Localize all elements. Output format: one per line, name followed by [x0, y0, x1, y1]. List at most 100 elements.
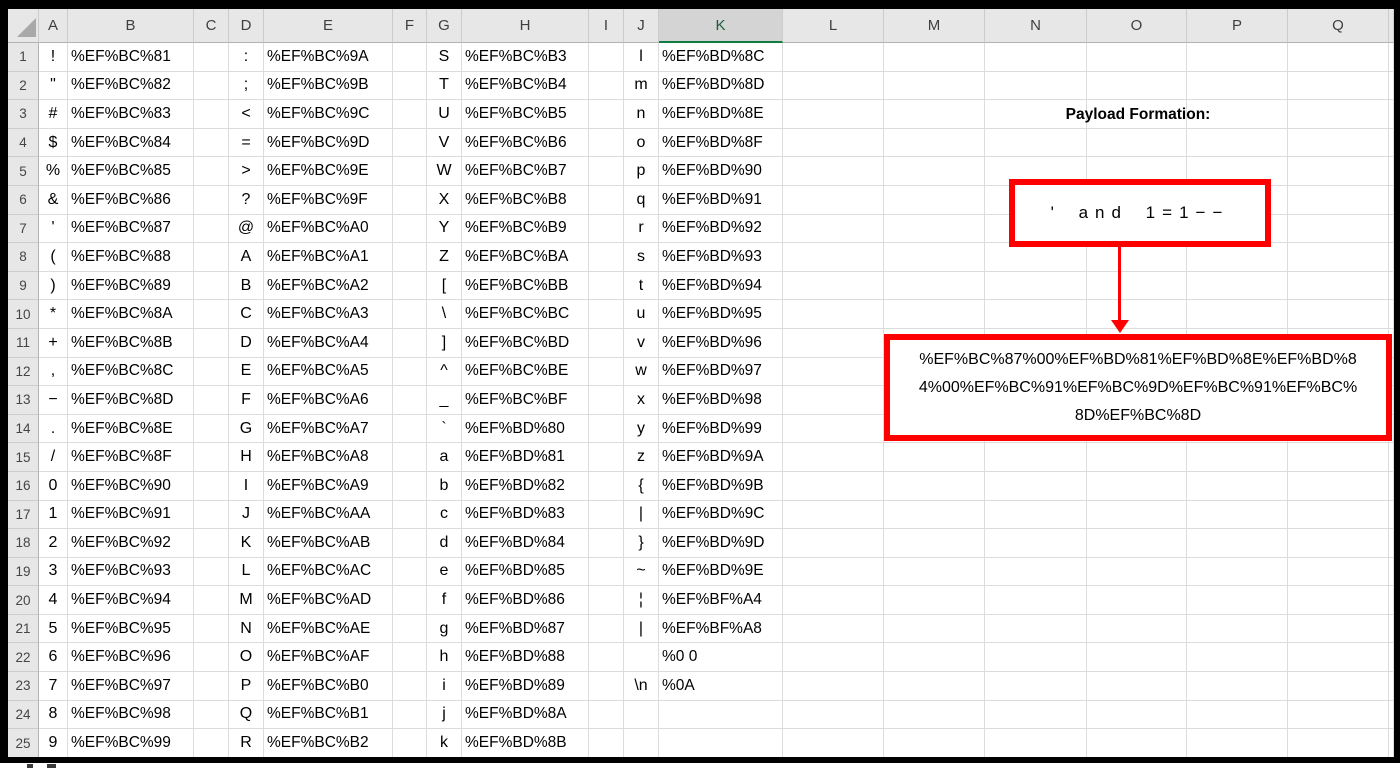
- cell-H19[interactable]: %EF%BD%85: [462, 557, 589, 587]
- cell-E6[interactable]: %EF%BC%9F: [264, 185, 393, 215]
- cell-D25[interactable]: R: [229, 729, 264, 757]
- cell-D5[interactable]: >: [229, 157, 264, 186]
- cell-E20[interactable]: %EF%BC%AD: [264, 586, 393, 615]
- cell-F4[interactable]: [393, 128, 427, 158]
- cell-B6[interactable]: %EF%BC%86: [68, 185, 194, 215]
- cell-O1[interactable]: [1087, 43, 1187, 72]
- cell-L3[interactable]: [783, 100, 884, 129]
- cell-I6[interactable]: [589, 185, 624, 215]
- cell-L17[interactable]: [783, 500, 884, 530]
- cell-L25[interactable]: [783, 729, 884, 757]
- cell-C20[interactable]: [194, 586, 229, 615]
- cell-F18[interactable]: [393, 529, 427, 558]
- row-header-20[interactable]: 20: [8, 586, 39, 615]
- column-header-G[interactable]: G: [427, 9, 462, 43]
- cell-B18[interactable]: %EF%BC%92: [68, 529, 194, 558]
- cell-I22[interactable]: [589, 643, 624, 673]
- cell-E15[interactable]: %EF%BC%A8: [264, 443, 393, 472]
- cell-F20[interactable]: [393, 586, 427, 615]
- cell-L22[interactable]: [783, 643, 884, 673]
- cell-A10[interactable]: *: [39, 300, 68, 329]
- cell-P16[interactable]: [1187, 471, 1288, 501]
- cell-J11[interactable]: v: [624, 328, 659, 358]
- cell-O2[interactable]: [1087, 71, 1187, 101]
- cell-K21[interactable]: %EF%BF%A8: [659, 614, 783, 644]
- row-header-5[interactable]: 5: [8, 157, 39, 186]
- cell-J1[interactable]: l: [624, 43, 659, 72]
- row-header-7[interactable]: 7: [8, 214, 39, 244]
- cell-E7[interactable]: %EF%BC%A0: [264, 214, 393, 244]
- cell-J5[interactable]: p: [624, 157, 659, 186]
- row-header-19[interactable]: 19: [8, 557, 39, 587]
- cell-K12[interactable]: %EF%BD%97: [659, 357, 783, 387]
- cell-H9[interactable]: %EF%BC%BB: [462, 271, 589, 301]
- cell-E22[interactable]: %EF%BC%AF: [264, 643, 393, 673]
- cell-I25[interactable]: [589, 729, 624, 757]
- cell-D8[interactable]: A: [229, 243, 264, 272]
- cell-I1[interactable]: [589, 43, 624, 72]
- cell-C24[interactable]: [194, 700, 229, 730]
- row-header-11[interactable]: 11: [8, 328, 39, 358]
- cell-B9[interactable]: %EF%BC%89: [68, 271, 194, 301]
- cell-D21[interactable]: N: [229, 614, 264, 644]
- cell-D4[interactable]: =: [229, 128, 264, 158]
- cell-C11[interactable]: [194, 328, 229, 358]
- cell-F25[interactable]: [393, 729, 427, 757]
- row-header-17[interactable]: 17: [8, 500, 39, 530]
- column-header-L[interactable]: L: [783, 9, 884, 43]
- cell-F14[interactable]: [393, 414, 427, 444]
- cell-K6[interactable]: %EF%BD%91: [659, 185, 783, 215]
- cell-P18[interactable]: [1187, 529, 1288, 558]
- cell-P23[interactable]: [1187, 672, 1288, 701]
- cell-C6[interactable]: [194, 185, 229, 215]
- cell-H20[interactable]: %EF%BD%86: [462, 586, 589, 615]
- cell-P20[interactable]: [1187, 586, 1288, 615]
- cell-D13[interactable]: F: [229, 386, 264, 415]
- cell-E4[interactable]: %EF%BC%9D: [264, 128, 393, 158]
- cell-A3[interactable]: #: [39, 100, 68, 129]
- cell-B1[interactable]: %EF%BC%81: [68, 43, 194, 72]
- cell-I4[interactable]: [589, 128, 624, 158]
- cell-L19[interactable]: [783, 557, 884, 587]
- cell-G16[interactable]: b: [427, 471, 462, 501]
- cell-A21[interactable]: 5: [39, 614, 68, 644]
- cell-E14[interactable]: %EF%BC%A7: [264, 414, 393, 444]
- cell-C3[interactable]: [194, 100, 229, 129]
- cell-A12[interactable]: ,: [39, 357, 68, 387]
- cell-H2[interactable]: %EF%BC%B4: [462, 71, 589, 101]
- cell-L23[interactable]: [783, 672, 884, 701]
- cell-C18[interactable]: [194, 529, 229, 558]
- cell-J24[interactable]: [624, 700, 659, 730]
- cell-G21[interactable]: g: [427, 614, 462, 644]
- cell-I24[interactable]: [589, 700, 624, 730]
- cell-B7[interactable]: %EF%BC%87: [68, 214, 194, 244]
- cell-L8[interactable]: [783, 243, 884, 272]
- cell-N2[interactable]: [985, 71, 1087, 101]
- cell-G12[interactable]: ^: [427, 357, 462, 387]
- cell-A23[interactable]: 7: [39, 672, 68, 701]
- column-header-Q[interactable]: Q: [1288, 9, 1389, 43]
- cell-G8[interactable]: Z: [427, 243, 462, 272]
- cell-D9[interactable]: B: [229, 271, 264, 301]
- cell-H22[interactable]: %EF%BD%88: [462, 643, 589, 673]
- cell-Q7[interactable]: [1288, 214, 1389, 244]
- row-header-3[interactable]: 3: [8, 100, 39, 129]
- cell-N4[interactable]: [985, 128, 1087, 158]
- cell-K14[interactable]: %EF%BD%99: [659, 414, 783, 444]
- cell-D3[interactable]: <: [229, 100, 264, 129]
- cell-I15[interactable]: [589, 443, 624, 472]
- cell-I19[interactable]: [589, 557, 624, 587]
- cell-J2[interactable]: m: [624, 71, 659, 101]
- cell-C14[interactable]: [194, 414, 229, 444]
- cell-B19[interactable]: %EF%BC%93: [68, 557, 194, 587]
- cell-J4[interactable]: o: [624, 128, 659, 158]
- cell-C23[interactable]: [194, 672, 229, 701]
- cell-M24[interactable]: [884, 700, 985, 730]
- row-header-9[interactable]: 9: [8, 271, 39, 301]
- cell-J25[interactable]: [624, 729, 659, 757]
- cell-J16[interactable]: {: [624, 471, 659, 501]
- cell-B12[interactable]: %EF%BC%8C: [68, 357, 194, 387]
- cell-N21[interactable]: [985, 614, 1087, 644]
- cell-H8[interactable]: %EF%BC%BA: [462, 243, 589, 272]
- cell-H11[interactable]: %EF%BC%BD: [462, 328, 589, 358]
